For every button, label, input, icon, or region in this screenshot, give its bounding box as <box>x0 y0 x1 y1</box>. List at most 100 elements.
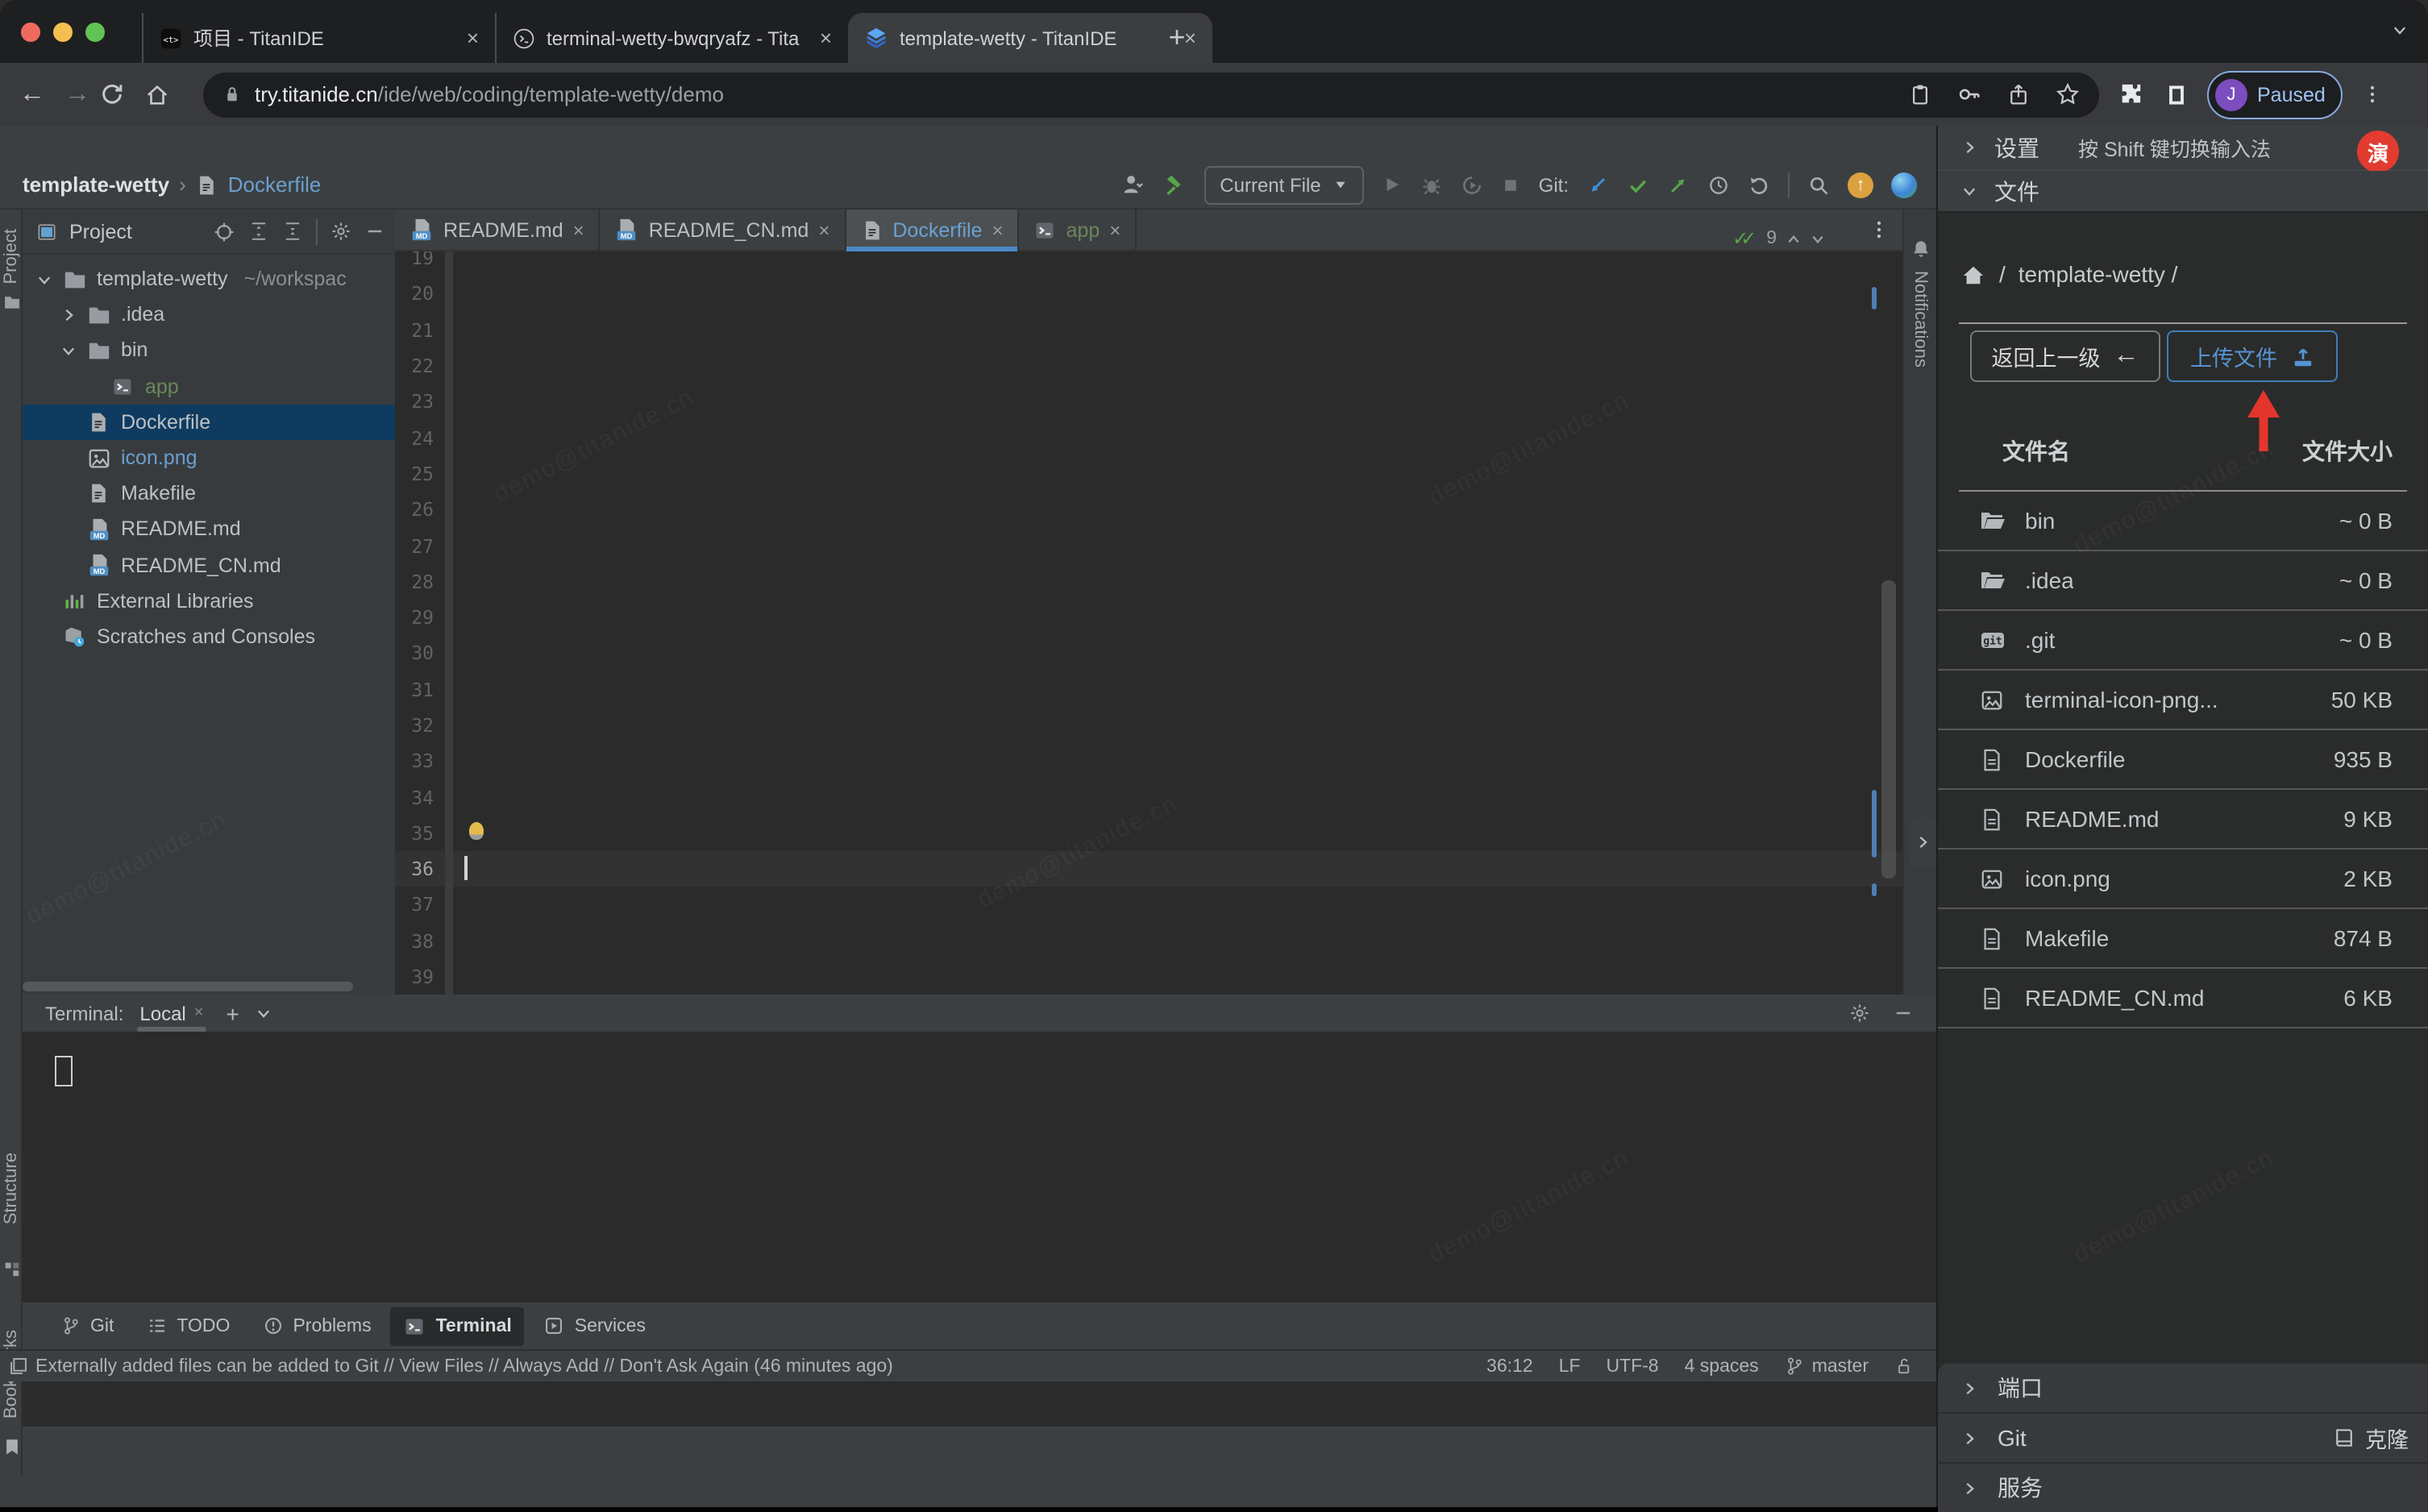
home-button[interactable] <box>145 82 190 106</box>
line-number[interactable]: 28 <box>395 571 445 593</box>
sidepanel-icon[interactable] <box>2165 83 2188 106</box>
editor-options-icon[interactable] <box>1869 219 1890 240</box>
line-number[interactable]: 36 <box>395 858 445 880</box>
terminal-settings-icon[interactable] <box>1849 1003 1870 1024</box>
code-line[interactable]: 39 <box>395 958 1902 995</box>
bell-icon[interactable] <box>1910 239 1931 260</box>
table-row[interactable]: bin ~ 0 B <box>1938 492 2428 551</box>
clipboard-icon[interactable] <box>1909 82 1931 106</box>
code-line[interactable]: 21 <box>395 312 1902 348</box>
status-message[interactable]: Externally added files can be added to G… <box>35 1356 893 1376</box>
table-row[interactable]: git .git ~ 0 B <box>1938 611 2428 671</box>
home-icon[interactable] <box>1960 262 1986 286</box>
reload-button[interactable] <box>100 82 145 106</box>
tree-row[interactable]: Dockerfile <box>23 404 395 440</box>
tree-row[interactable]: MD README.md <box>23 512 395 547</box>
code-line[interactable]: 31 <box>395 671 1902 708</box>
horizontal-scrollbar[interactable] <box>23 982 353 991</box>
close-tab-icon[interactable]: × <box>573 218 584 241</box>
indent-setting[interactable]: 4 spaces <box>1685 1356 1759 1376</box>
tree-row[interactable]: .idea <box>23 297 395 332</box>
editor-tab[interactable]: MD README.md × <box>395 210 601 250</box>
run-coverage-icon[interactable] <box>1461 173 1484 196</box>
share-icon[interactable] <box>2007 82 2030 106</box>
line-number[interactable]: 29 <box>395 606 445 629</box>
line-number[interactable]: 22 <box>395 355 445 377</box>
gear-icon[interactable] <box>331 221 351 242</box>
table-row[interactable]: Dockerfile 935 B <box>1938 730 2428 790</box>
git-section[interactable]: Git 克隆 <box>1938 1412 2428 1462</box>
code-line[interactable]: 23 <box>395 384 1902 420</box>
file-encoding[interactable]: UTF-8 <box>1606 1356 1658 1376</box>
close-tab-icon[interactable]: × <box>460 26 479 50</box>
browser-tab[interactable]: <t> 项目 - TitanIDE × <box>142 13 495 63</box>
tree-row[interactable]: Scratches and Consoles <box>23 619 395 654</box>
code-line[interactable]: 28 <box>395 563 1902 600</box>
terminal-tab[interactable]: Local × <box>136 995 206 1032</box>
hide-panel-icon[interactable] <box>364 221 385 242</box>
stop-icon[interactable] <box>1502 175 1521 194</box>
code-area[interactable]: 19 20 21 22 23 24 25 26 27 28 29 30 31 3… <box>395 251 1902 995</box>
tree-row[interactable]: template-wetty ~/workspac <box>23 261 395 297</box>
debug-icon[interactable] <box>1421 173 1444 196</box>
git-update-icon[interactable] <box>1586 173 1609 196</box>
line-number[interactable]: 33 <box>395 750 445 773</box>
editor-tab[interactable]: Dockerfile × <box>846 210 1020 251</box>
line-number[interactable]: 19 <box>395 251 445 269</box>
line-number[interactable]: 24 <box>395 426 445 449</box>
extensions-icon[interactable] <box>2118 82 2143 106</box>
new-tab-button[interactable]: + <box>1154 13 1199 63</box>
prev-problem-icon[interactable] <box>1786 231 1801 246</box>
browser-tab[interactable]: terminal-wetty-bwqryafz - Tita × <box>495 13 848 63</box>
editor-tab[interactable]: MD README_CN.md × <box>601 210 846 250</box>
tool-tab-notifications[interactable]: Notifications <box>1910 271 1930 368</box>
line-number[interactable]: 20 <box>395 283 445 305</box>
line-ending[interactable]: LF <box>1559 1356 1581 1376</box>
line-number[interactable]: 23 <box>395 391 445 413</box>
profile-button[interactable]: J Paused <box>2207 70 2343 118</box>
code-line[interactable]: 24 <box>395 419 1902 456</box>
chev-down-icon[interactable] <box>35 270 56 288</box>
code-line[interactable]: 35 <box>395 815 1902 852</box>
line-number[interactable]: 25 <box>395 463 445 485</box>
tool-window-button[interactable]: Git <box>48 1306 127 1345</box>
code-line[interactable]: 19 <box>395 251 1902 276</box>
line-number[interactable]: 37 <box>395 894 445 916</box>
run-config-select[interactable]: Current File <box>1204 165 1365 204</box>
line-number[interactable]: 31 <box>395 678 445 700</box>
files-section-header[interactable]: 文件 <box>1938 171 2428 213</box>
back-button[interactable]: ← <box>10 80 55 109</box>
services-section[interactable]: 服务 <box>1938 1462 2428 1512</box>
next-problem-icon[interactable] <box>1811 231 1825 246</box>
clone-button[interactable]: 克隆 <box>2333 1422 2409 1454</box>
table-row[interactable]: README.md 9 KB <box>1938 790 2428 849</box>
table-row[interactable]: Makefile 874 B <box>1938 909 2428 969</box>
line-number[interactable]: 32 <box>395 714 445 737</box>
line-number[interactable]: 26 <box>395 498 445 521</box>
code-line[interactable]: 25 <box>395 455 1902 492</box>
close-tab-icon[interactable]: × <box>818 218 829 241</box>
code-line[interactable]: 30 <box>395 635 1902 672</box>
tool-window-button[interactable]: Services <box>531 1306 659 1345</box>
code-line[interactable]: 33 <box>395 743 1902 779</box>
git-commit-icon[interactable] <box>1627 173 1649 196</box>
window-stack-icon[interactable] <box>8 1356 29 1377</box>
line-number[interactable]: 21 <box>395 318 445 341</box>
git-branch[interactable]: master <box>1785 1356 1869 1377</box>
line-number[interactable]: 34 <box>395 786 445 808</box>
breadcrumb-file[interactable]: Dockerfile <box>228 172 322 197</box>
go-up-button[interactable]: 返回上一级 ← <box>1970 330 2160 382</box>
browser-menu-icon[interactable] <box>2363 84 2384 105</box>
code-line[interactable]: 22 <box>395 347 1902 384</box>
tool-tab-structure[interactable]: Structure <box>2 1153 21 1224</box>
terminal-prompt[interactable] <box>45 1056 73 1086</box>
code-line[interactable]: 27 <box>395 527 1902 564</box>
upload-file-button[interactable]: 上传文件 <box>2167 330 2338 382</box>
code-line[interactable]: 32 <box>395 707 1902 744</box>
build-hammer-icon[interactable] <box>1162 172 1186 197</box>
tool-window-button[interactable]: Problems <box>249 1306 384 1345</box>
code-line[interactable]: 29 <box>395 599 1902 636</box>
tab-search-icon[interactable] <box>2391 21 2409 39</box>
code-line[interactable]: 38 <box>395 923 1902 959</box>
settings-section-header[interactable]: 设置 按 Shift 键切换输入法 <box>1938 126 2428 171</box>
